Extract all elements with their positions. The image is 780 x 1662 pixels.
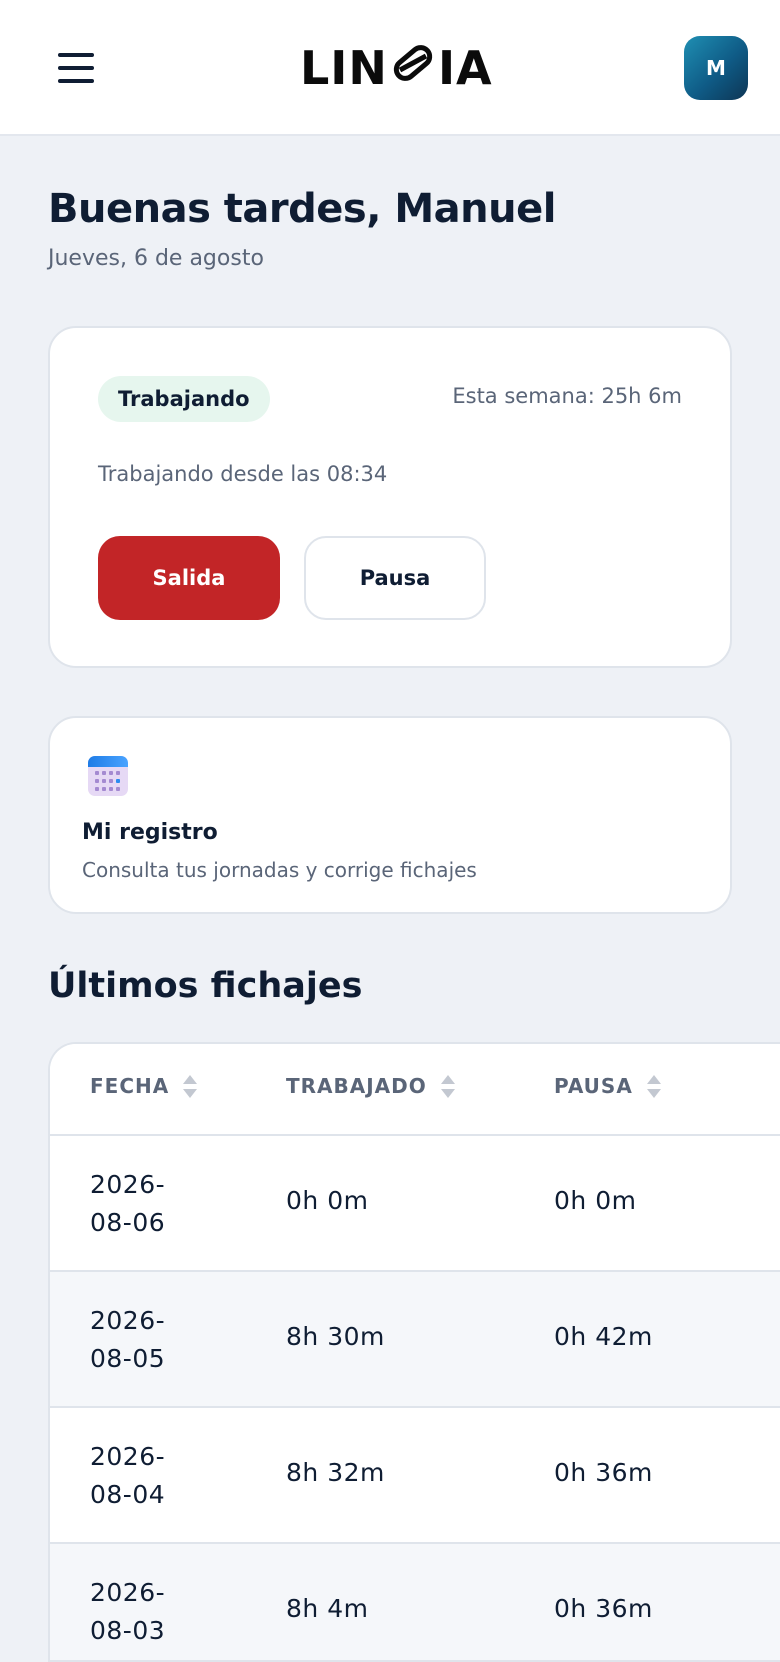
- cell-pausa: 0h 36m: [554, 1458, 653, 1487]
- cell-pausa: 0h 42m: [554, 1322, 653, 1351]
- calendar-dot: [95, 771, 99, 775]
- cell-fecha: 2026-08-03: [90, 1578, 166, 1645]
- calendar-icon: [88, 756, 128, 796]
- column-label: TRABAJADO: [286, 1074, 427, 1098]
- column-header-trabajado[interactable]: TRABAJADO: [286, 1074, 455, 1098]
- sort-icon: [183, 1074, 198, 1098]
- my-record-title: Mi registro: [82, 820, 218, 845]
- table-row[interactable]: 2026-08-03 8h 4m 0h 36m: [50, 1544, 780, 1660]
- column-label: PAUSA: [554, 1074, 633, 1098]
- cell-pausa: 0h 36m: [554, 1594, 653, 1623]
- cell-trabajado: 8h 30m: [286, 1322, 385, 1351]
- cell-fecha: 2026-08-04: [90, 1442, 166, 1509]
- table-row[interactable]: 2026-08-05 8h 30m 0h 42m: [50, 1272, 780, 1408]
- fichajes-table: FECHA TRABAJADO PAUSA 2026-08-06 0h 0m 0…: [48, 1042, 780, 1662]
- cell-trabajado: 8h 4m: [286, 1594, 369, 1623]
- table-header: FECHA TRABAJADO PAUSA: [50, 1044, 780, 1136]
- week-summary: Esta semana: 25h 6m: [452, 384, 682, 408]
- current-date: Jueves, 6 de agosto: [48, 246, 264, 271]
- logo-mark-icon: [390, 40, 436, 97]
- column-label: FECHA: [90, 1074, 170, 1098]
- calendar-dot: [109, 787, 113, 791]
- calendar-grid: [95, 771, 121, 791]
- cell-pausa: 0h 0m: [554, 1186, 637, 1215]
- calendar-dot: [102, 779, 106, 783]
- logo-text-right: IA: [437, 41, 493, 95]
- my-record-subtitle: Consulta tus jornadas y corrige fichajes: [82, 858, 477, 882]
- calendar-header: [88, 756, 128, 767]
- page-title: Buenas tardes, Manuel: [48, 186, 556, 232]
- calendar-dot: [116, 787, 120, 791]
- cell-fecha: 2026-08-06: [90, 1170, 166, 1237]
- calendar-dot: [102, 771, 106, 775]
- calendar-dot: [95, 779, 99, 783]
- menu-line: [58, 66, 94, 70]
- calendar-dot: [95, 787, 99, 791]
- working-since: Trabajando desde las 08:34: [98, 462, 388, 486]
- calendar-dot: [109, 779, 113, 783]
- cell-trabajado: 8h 32m: [286, 1458, 385, 1487]
- my-record-card[interactable]: Mi registro Consulta tus jornadas y corr…: [48, 716, 732, 914]
- clock-status-card: Trabajando Esta semana: 25h 6m Trabajand…: [48, 326, 732, 668]
- table-row[interactable]: 2026-08-06 0h 0m 0h 0m: [50, 1136, 780, 1272]
- cell-trabajado: 0h 0m: [286, 1186, 369, 1215]
- section-title: Últimos fichajes: [48, 966, 363, 1006]
- status-badge: Trabajando: [98, 376, 270, 422]
- top-bar: LIN IA M: [0, 0, 780, 136]
- calendar-dot: [102, 787, 106, 791]
- cell-fecha: 2026-08-05: [90, 1306, 166, 1373]
- avatar[interactable]: M: [684, 36, 748, 100]
- column-header-pausa[interactable]: PAUSA: [554, 1074, 661, 1098]
- calendar-dot-today: [116, 779, 120, 783]
- calendar-dot: [109, 771, 113, 775]
- logo-text-left: LIN: [300, 41, 388, 95]
- pause-button[interactable]: Pausa: [304, 536, 486, 620]
- exit-button[interactable]: Salida: [98, 536, 280, 620]
- menu-line: [58, 53, 94, 57]
- calendar-dot: [116, 771, 120, 775]
- table-row[interactable]: 2026-08-04 8h 32m 0h 36m: [50, 1408, 780, 1544]
- menu-line: [58, 79, 94, 83]
- sort-icon: [646, 1074, 661, 1098]
- sort-icon: [440, 1074, 455, 1098]
- app-logo: LIN IA: [300, 38, 493, 98]
- hamburger-menu-icon[interactable]: [50, 46, 102, 90]
- column-header-fecha[interactable]: FECHA: [90, 1074, 198, 1098]
